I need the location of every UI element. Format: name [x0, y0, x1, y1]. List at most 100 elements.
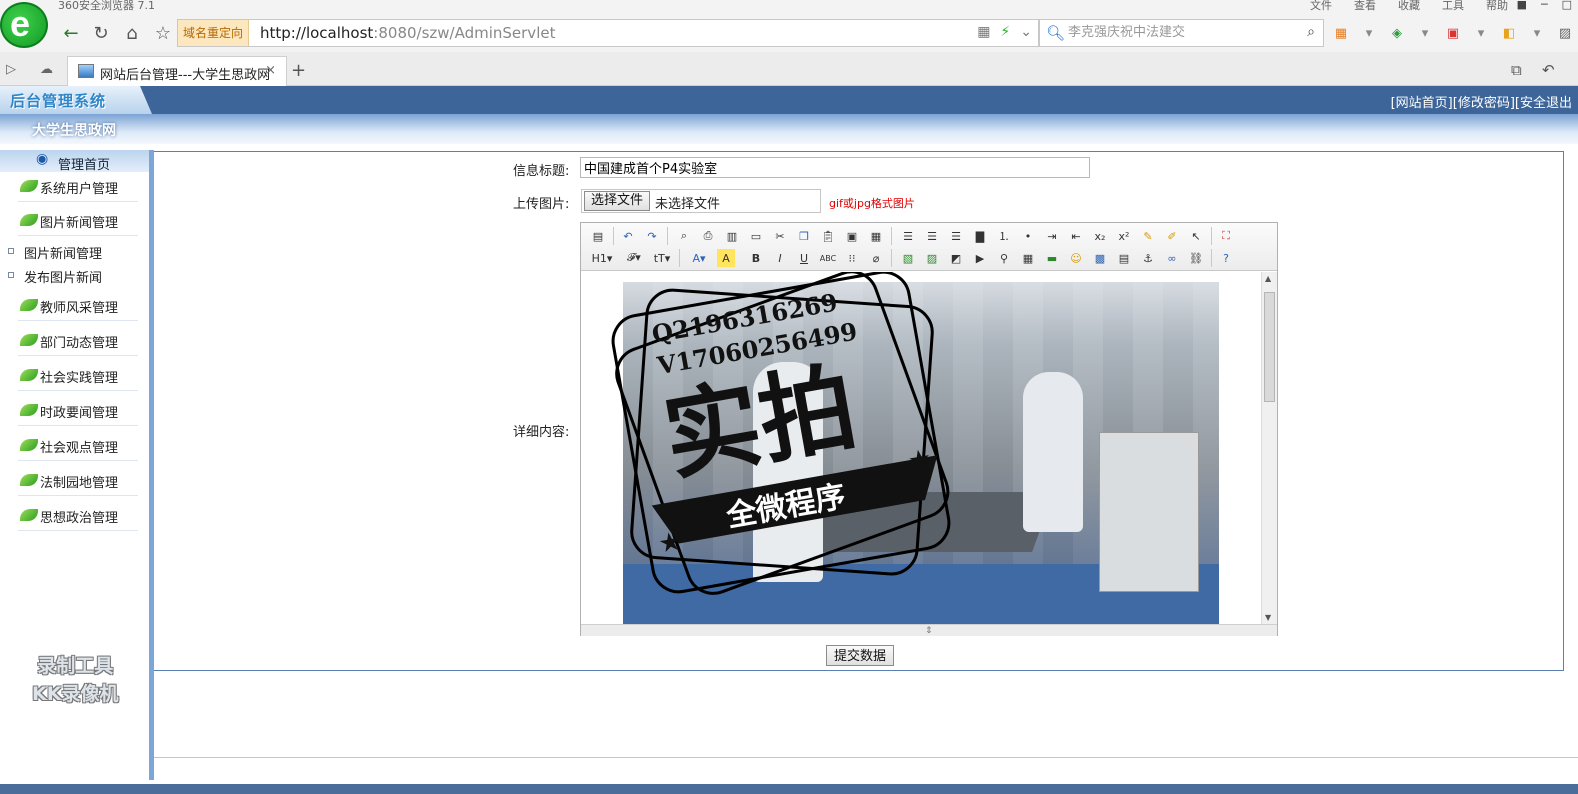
link-logout[interactable]: [安全退出 — [1515, 92, 1572, 111]
multi-image-icon[interactable]: ▨ — [923, 249, 941, 267]
qrcode-icon[interactable]: ▦ — [977, 24, 990, 40]
redo-icon[interactable]: ↷ — [643, 227, 661, 245]
link-site-home[interactable]: [网站首页] — [1391, 92, 1453, 111]
sidebar-item-current-affairs[interactable]: 时政要闻管理 — [18, 396, 138, 426]
menu-view[interactable]: 查看 — [1354, 0, 1376, 13]
editor-content-area[interactable]: Q2196316269 V17060256499 实拍 全微程序 ★ ★ — [581, 272, 1261, 624]
choose-file-button[interactable]: 选择文件 — [584, 191, 651, 211]
fullscreen-icon[interactable]: ⛶ — [1217, 227, 1235, 245]
star-icon[interactable]: ☆ — [150, 20, 176, 46]
remove-format-icon[interactable]: ⌀ — [867, 249, 885, 267]
anchor-icon[interactable]: ⚓ — [1139, 249, 1157, 267]
url-text[interactable]: http://localhost:8080/szw/AdminServlet — [260, 20, 555, 46]
editor-scrollbar[interactable]: ▲ ▼ — [1261, 272, 1277, 624]
print-icon[interactable]: ⎙ — [699, 227, 717, 245]
code-icon[interactable]: ▭ — [747, 227, 765, 245]
highlight-icon[interactable]: A — [717, 249, 735, 267]
sidebar-toggle-icon[interactable]: ▷ — [6, 62, 16, 77]
sidebar-item-social-practice[interactable]: 社会实践管理 — [18, 361, 138, 391]
paste-icon[interactable]: 📋︎ — [819, 227, 837, 245]
search-box[interactable]: 🔍︎ 李克强庆祝中法建交 ⌕ — [1039, 19, 1324, 47]
help-icon[interactable]: ? — [1217, 249, 1235, 267]
editor-resize-bar[interactable]: ⇕ — [581, 624, 1277, 636]
search-engine-icon[interactable]: 🔍︎ — [1046, 24, 1065, 42]
align-right-icon[interactable]: ☰ — [947, 227, 965, 245]
chevron-down-icon[interactable]: ▾ — [1472, 24, 1490, 42]
align-center-icon[interactable]: ☰ — [923, 227, 941, 245]
title-input[interactable] — [580, 157, 1090, 178]
sidebar-item-teachers[interactable]: 教师风采管理 — [18, 291, 138, 321]
submit-button[interactable]: 提交数据 — [826, 645, 895, 666]
shield-icon[interactable]: ◈ — [1388, 24, 1406, 42]
close-icon[interactable]: × — [265, 63, 276, 78]
paste-word-icon[interactable]: ▦ — [867, 227, 885, 245]
strikethrough-icon[interactable]: ABC — [819, 249, 837, 267]
map-icon[interactable]: ▩ — [1091, 249, 1109, 267]
scroll-up-icon[interactable]: ▲ — [1265, 274, 1271, 283]
apps-icon[interactable]: ▦ — [1332, 24, 1350, 42]
flash-icon[interactable]: ◩ — [947, 249, 965, 267]
link-icon[interactable]: ∞ — [1163, 249, 1181, 267]
file-upload-field[interactable]: 选择文件 未选择文件 — [581, 189, 821, 213]
align-left-icon[interactable]: ☰ — [899, 227, 917, 245]
preview-icon[interactable]: ⌕ — [675, 227, 693, 245]
subscript-icon[interactable]: x₂ — [1091, 227, 1109, 245]
chevron-down-icon[interactable]: ▾ — [1416, 24, 1434, 42]
sidebar-item-social-views[interactable]: 社会观点管理 — [18, 431, 138, 461]
line-height-icon[interactable]: ⁝⁝ — [843, 249, 861, 267]
pdf-icon[interactable]: ▣ — [1444, 24, 1462, 42]
tab-admin[interactable]: 网站后台管理---大学生思政网 × — [67, 56, 287, 86]
sidebar-item-department-news[interactable]: 部门动态管理 — [18, 326, 138, 356]
unlink-icon[interactable]: ⛓ — [1187, 249, 1205, 267]
emoticon-icon[interactable]: ☺ — [1067, 249, 1085, 267]
resize-grip-icon[interactable]: ⇕ — [925, 626, 933, 636]
menu-tools[interactable]: 工具 — [1442, 0, 1464, 13]
link-change-password[interactable]: [修改密码] — [1453, 92, 1515, 111]
italic-icon[interactable]: I — [771, 249, 789, 267]
minimize-icon[interactable]: ─ — [1541, 0, 1548, 11]
maximize-icon[interactable]: □ — [1562, 0, 1572, 11]
scrollbar-thumb[interactable] — [1264, 292, 1275, 402]
media-icon[interactable]: ▶ — [971, 249, 989, 267]
skin-icon[interactable]: ■ — [1517, 0, 1527, 11]
sidebar-item-ideology[interactable]: 思想政治管理 — [18, 501, 138, 531]
heading-dropdown[interactable]: H1▾ — [589, 249, 615, 267]
search-icon[interactable]: ⌕ — [1307, 24, 1315, 40]
outdent-icon[interactable]: ⇤ — [1067, 227, 1085, 245]
folder-icon[interactable]: ◧ — [1500, 24, 1518, 42]
scroll-down-icon[interactable]: ▼ — [1265, 613, 1271, 622]
source-icon[interactable]: ▤ — [589, 227, 607, 245]
image-icon[interactable]: ▨ — [1556, 24, 1574, 42]
attachment-icon[interactable]: ⚲ — [995, 249, 1013, 267]
superscript-icon[interactable]: x² — [1115, 227, 1133, 245]
restore-tabs-icon[interactable]: ⧉ — [1511, 61, 1522, 79]
menu-file[interactable]: 文件 — [1310, 0, 1332, 13]
menu-favorites[interactable]: 收藏 — [1398, 0, 1420, 13]
font-color-icon[interactable]: A▾ — [687, 249, 711, 267]
lightning-icon[interactable]: ⚡ — [1000, 24, 1010, 40]
sidebar-item-photo-news[interactable]: 图片新闻管理 — [18, 206, 138, 236]
indent-icon[interactable]: ⇥ — [1043, 227, 1061, 245]
chevron-down-icon[interactable]: ▾ — [1360, 24, 1378, 42]
chevron-down-icon[interactable]: ▾ — [1528, 24, 1546, 42]
pointer-icon[interactable]: ↖ — [1187, 227, 1205, 245]
bold-icon[interactable]: B — [747, 249, 765, 267]
refresh-icon[interactable]: ↻ — [88, 20, 114, 46]
home-icon[interactable]: ⌂ — [119, 20, 145, 46]
font-family-dropdown[interactable]: 𝓕▾ — [623, 249, 645, 267]
clear-format-icon[interactable]: ✎ — [1139, 227, 1157, 245]
sidebar-item-home[interactable]: ◉ 管理首页 — [0, 150, 149, 173]
image-icon[interactable]: ▧ — [899, 249, 917, 267]
underline-icon[interactable]: U — [795, 249, 813, 267]
copy-icon[interactable]: ❐ — [795, 227, 813, 245]
font-size-dropdown[interactable]: tT▾ — [651, 249, 673, 267]
template-icon[interactable]: ▥ — [723, 227, 741, 245]
pagebreak-icon[interactable]: ▤ — [1115, 249, 1133, 267]
unordered-list-icon[interactable]: • — [1019, 227, 1037, 245]
paste-text-icon[interactable]: ▣ — [843, 227, 861, 245]
search-input[interactable]: 李克强庆祝中法建交 — [1068, 20, 1185, 46]
hr-icon[interactable]: ▬ — [1043, 249, 1061, 267]
sidebar-item-users[interactable]: 系统用户管理 — [18, 172, 138, 202]
undo-icon[interactable]: ↶ — [619, 227, 637, 245]
undo-close-icon[interactable]: ↶ — [1542, 61, 1555, 79]
